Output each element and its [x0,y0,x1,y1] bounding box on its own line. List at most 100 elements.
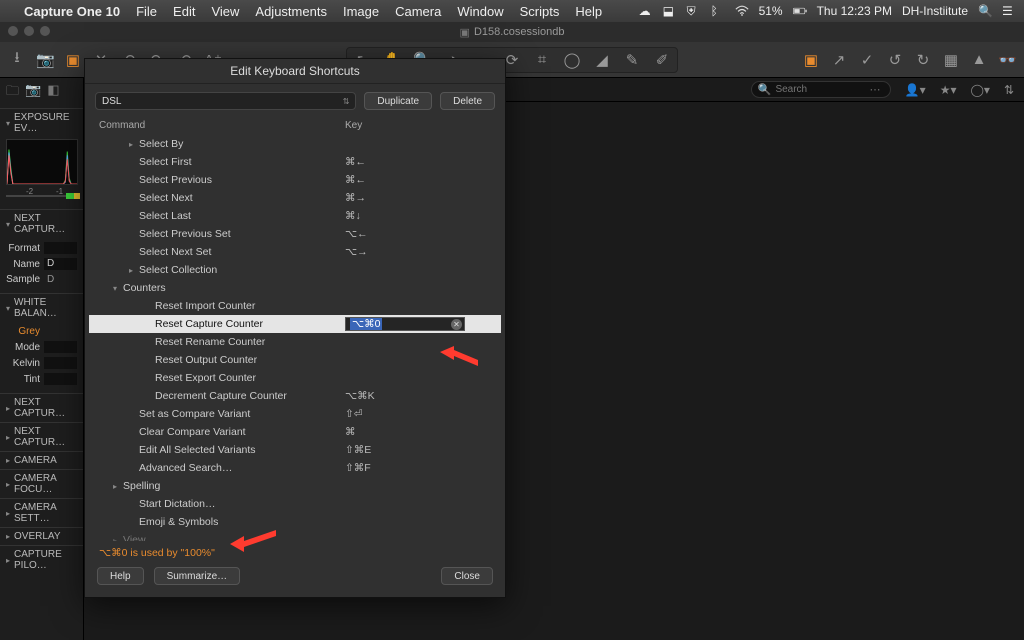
shortcut-row[interactable]: Select Last⌘↓ [89,207,501,225]
chevron-right-icon[interactable]: ▸ [6,404,10,413]
process-icon[interactable]: ↗ [830,51,848,69]
bluetooth-icon[interactable]: ᛒ [711,4,725,18]
capture-tab-icon[interactable]: 📷 [25,82,41,104]
chevron-right-icon[interactable]: ▸ [6,556,10,565]
import-icon[interactable]: ⭳ [8,47,26,72]
mask-tool-icon[interactable]: ◢ [593,51,611,69]
shortcut-row[interactable]: ▸Spelling [89,477,501,495]
conflict-warning: ⌥⌘0 is used by "100%" [85,541,505,559]
shortcut-row[interactable]: Start Dictation… [89,495,501,513]
shortcut-row[interactable]: Select Previous Set⌥← [89,225,501,243]
shortcut-row[interactable]: Reset Export Counter [89,369,501,387]
menu-help[interactable]: Help [575,4,602,19]
close-button[interactable]: Close [441,567,493,585]
shortcut-row[interactable]: Reset Capture Counter⌥⌘0✕ [89,315,501,333]
browser-view-icon[interactable]: ▣ [802,51,820,69]
notification-center-icon[interactable]: ☰ [1002,4,1016,18]
clock[interactable]: Thu 12:23 PM [817,4,892,18]
preset-dropdown[interactable]: DSL ⇅ [95,92,356,110]
wb-mode-field[interactable] [44,341,77,353]
help-button[interactable]: Help [97,567,144,585]
menu-edit[interactable]: Edit [173,4,195,19]
cloud-icon[interactable]: ☁︎ [639,4,653,18]
user-name[interactable]: DH-Instiitute [902,4,968,18]
menu-view[interactable]: View [211,4,239,19]
shortcut-row[interactable]: ▸Select Collection [89,261,501,279]
glasses-icon[interactable]: 👓 [998,51,1016,69]
spot-tool-icon[interactable]: ◯ [563,51,581,69]
menu-camera[interactable]: Camera [395,4,441,19]
live-view-icon[interactable]: ▣ [64,51,82,69]
chevron-right-icon[interactable]: ▸ [6,509,10,518]
shortcut-row[interactable]: Reset Output Counter [89,351,501,369]
battery-percent: 51% [759,4,783,18]
shortcut-row[interactable]: Set as Compare Variant⇧⏎ [89,405,501,423]
rating-filter-icon[interactable]: ★▾ [940,83,957,97]
search-field[interactable] [775,84,865,95]
menu-file[interactable]: File [136,4,157,19]
menu-adjustments[interactable]: Adjustments [255,4,327,19]
shortcut-row[interactable]: Select Previous⌘← [89,171,501,189]
menu-image[interactable]: Image [343,4,379,19]
shortcut-row[interactable]: Emoji & Symbols [89,513,501,531]
shortcut-list[interactable]: ▸Select BySelect First⌘←Select Previous⌘… [85,133,505,541]
wb-kelvin-field[interactable] [44,357,77,369]
keystone-tool-icon[interactable]: ⌗ [533,51,551,69]
dropbox-icon[interactable]: ⬓ [663,4,677,18]
library-tab-icon[interactable]: 🗀 [6,82,19,104]
color-filter-icon[interactable]: ◯▾ [970,83,989,97]
chevron-down-icon[interactable]: ▾ [6,119,10,128]
shortcut-row[interactable]: Select First⌘← [89,153,501,171]
name-field[interactable]: D [44,258,77,270]
menu-scripts[interactable]: Scripts [520,4,560,19]
shortcut-row[interactable]: ▾Counters [89,279,501,297]
format-field[interactable] [44,242,77,254]
section-label: OVERLAY [14,531,61,542]
shortcut-row[interactable]: Clear Compare Variant⌘ [89,423,501,441]
shortcut-key-input[interactable]: ⌥⌘0✕ [345,317,465,331]
sort-icon[interactable]: ⇅ [1004,83,1014,97]
chevron-down-icon[interactable]: ▾ [6,220,10,229]
spotlight-icon[interactable]: 🔍 [978,4,992,18]
shortcut-row[interactable]: ▸View [89,531,501,541]
chevron-right-icon[interactable]: ▸ [6,433,10,442]
chevron-right-icon[interactable]: ▸ [6,480,10,489]
whitebalance-picker-icon[interactable]: ✎ [623,51,641,69]
chevron-right-icon[interactable]: ▸ [6,532,10,541]
wb-grey[interactable]: Grey [6,326,40,337]
battery-icon[interactable] [793,4,807,18]
chevron-right-icon[interactable]: ▸ [6,456,10,465]
wb-tint-field[interactable] [44,373,77,385]
shield-icon[interactable]: ⛨ [687,4,701,18]
shortcut-row[interactable]: Advanced Search…⇧⌘F [89,459,501,477]
rotate-right-icon[interactable]: ↻ [914,51,932,69]
shortcut-row[interactable]: Select Next⌘→ [89,189,501,207]
section-whitebalance: WHITE BALAN… [14,297,77,319]
shortcut-row[interactable]: ▸Select By [89,135,501,153]
doc-proxy-icon: ▣ [460,26,470,39]
shortcut-row[interactable]: Edit All Selected Variants⇧⌘E [89,441,501,459]
annotation-tool-icon[interactable]: ✐ [653,51,671,69]
color-tab-icon[interactable]: ◧ [47,82,59,104]
delete-button[interactable]: Delete [440,92,495,110]
shortcut-row[interactable]: Reset Import Counter [89,297,501,315]
edit-icon[interactable]: ✓ [858,51,876,69]
search-input[interactable]: 🔍 ⋯ [751,81,891,98]
shortcut-row[interactable]: Reset Rename Counter [89,333,501,351]
shortcut-row[interactable]: Select Next Set⌥→ [89,243,501,261]
exposure-slider[interactable]: -2 -1 [6,189,77,203]
duplicate-button[interactable]: Duplicate [364,92,432,110]
traffic-lights[interactable] [8,26,50,36]
warning-icon[interactable]: ▲ [970,51,988,68]
rotate-left-icon[interactable]: ↺ [886,51,904,69]
summarize-button[interactable]: Summarize… [154,567,241,585]
app-name[interactable]: Capture One 10 [24,4,120,19]
menu-window[interactable]: Window [457,4,503,19]
clear-icon[interactable]: ✕ [451,319,462,330]
wifi-icon[interactable] [735,4,749,18]
chevron-down-icon[interactable]: ▾ [6,304,10,313]
shortcut-row[interactable]: Decrement Capture Counter⌥⌘K [89,387,501,405]
grid-icon[interactable]: ▦ [942,51,960,69]
capture-icon[interactable]: 📷 [36,51,54,69]
filter-user-icon[interactable]: 👤▾ [905,83,926,97]
